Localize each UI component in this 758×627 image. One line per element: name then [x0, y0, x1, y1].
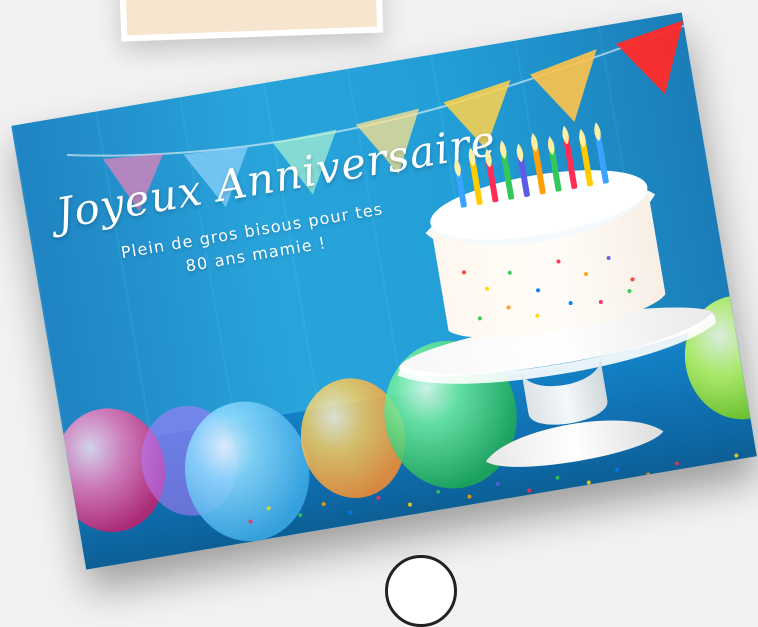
bunting-flag	[616, 20, 684, 95]
circle-icon[interactable]	[385, 555, 457, 627]
background-card	[118, 0, 384, 42]
birthday-cake	[397, 122, 719, 467]
birthday-card: Joyeux Anniversaire Plein de gros bisous…	[11, 12, 757, 570]
